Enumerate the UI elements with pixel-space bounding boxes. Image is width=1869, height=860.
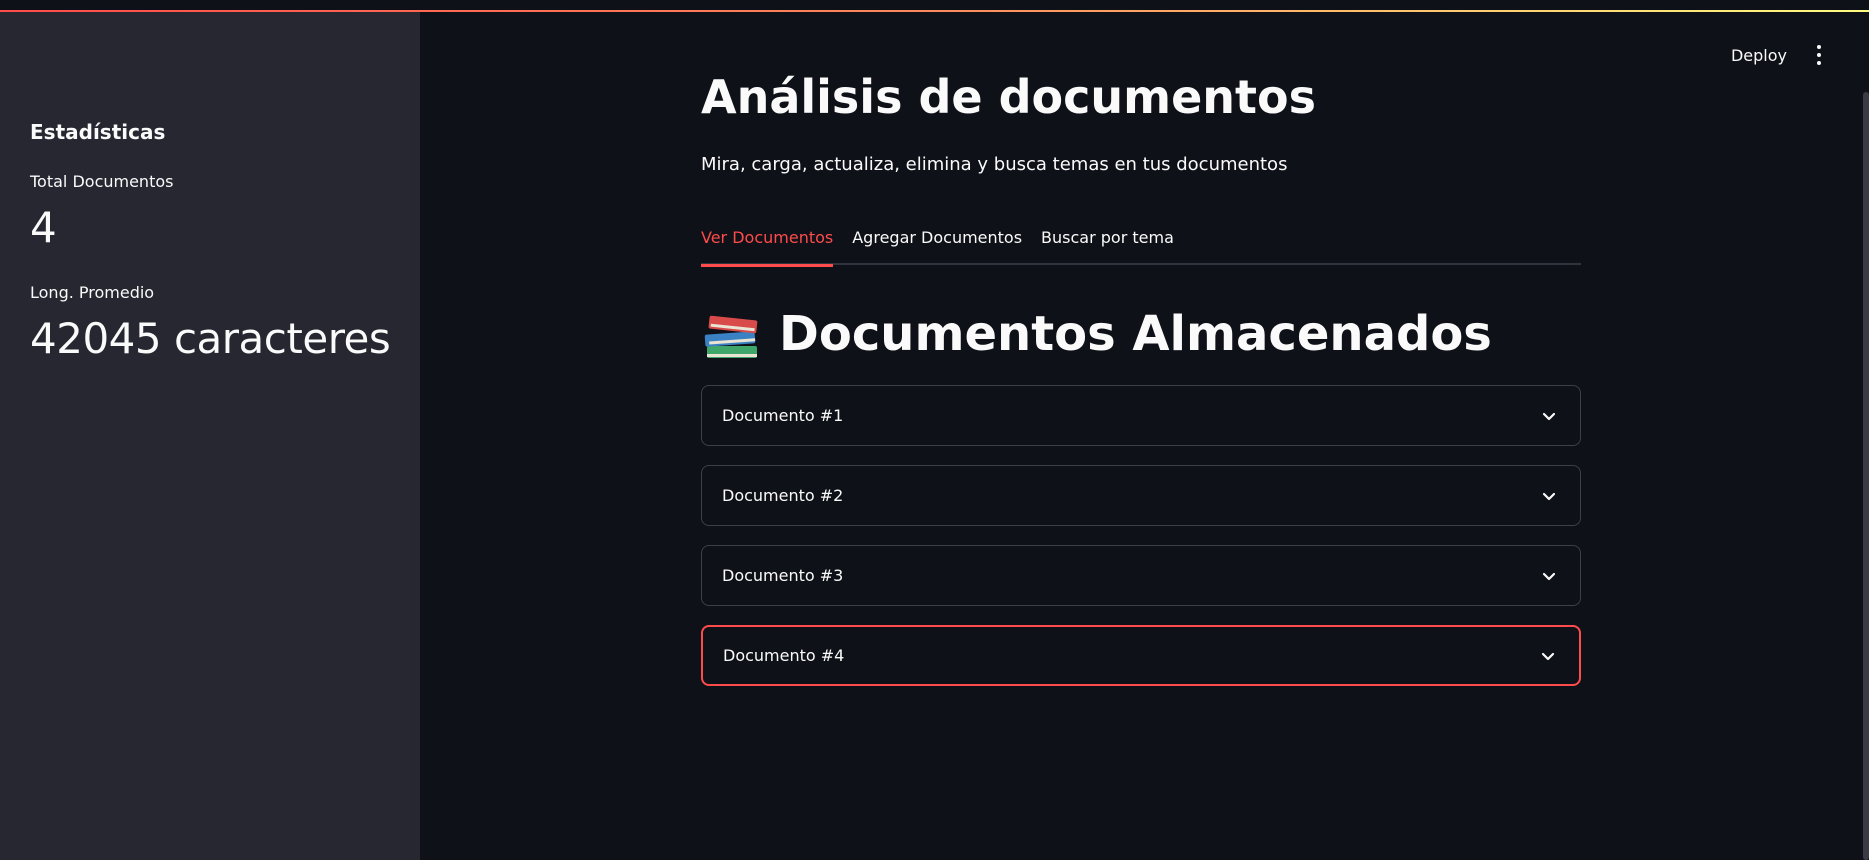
- page-subtitle: Mira, carga, actualiza, elimina y busca …: [701, 154, 1288, 175]
- section-heading: Documentos Almacenados: [701, 302, 1492, 366]
- metric-label-total-documentos: Total Documentos: [30, 172, 174, 191]
- document-list: Documento #1 Documento #2 Documento #3 D…: [701, 385, 1581, 705]
- metric-label-long-promedio: Long. Promedio: [30, 283, 155, 302]
- page-title: Análisis de documentos: [701, 70, 1317, 124]
- main-area: Deploy Análisis de documentos Mira, carg…: [420, 12, 1869, 860]
- document-expander-4[interactable]: Documento #4: [701, 625, 1581, 686]
- chevron-down-icon: [1542, 572, 1556, 580]
- sidebar: Estadísticas Total Documentos 4 Long. Pr…: [0, 12, 420, 860]
- document-label: Documento #1: [722, 406, 844, 425]
- chevron-down-icon: [1541, 652, 1555, 660]
- tab-ver-documentos[interactable]: Ver Documentos: [701, 215, 834, 267]
- scrollbar[interactable]: [1863, 92, 1869, 860]
- header-actions: Deploy: [1731, 42, 1829, 68]
- books-icon: [704, 315, 758, 358]
- metric-value-long-promedio: 42045 caracteres: [30, 314, 391, 363]
- section-title: Documentos Almacenados: [779, 306, 1492, 362]
- metric-value-total-documentos: 4: [30, 203, 57, 252]
- sidebar-title: Estadísticas: [30, 120, 166, 144]
- decoration-line: [0, 10, 1869, 12]
- deploy-button[interactable]: Deploy: [1731, 46, 1787, 65]
- tab-buscar-por-tema[interactable]: Buscar por tema: [1041, 215, 1174, 265]
- document-label: Documento #3: [722, 566, 844, 585]
- document-label: Documento #2: [722, 486, 844, 505]
- document-expander-1[interactable]: Documento #1: [701, 385, 1581, 446]
- chevron-down-icon: [1542, 412, 1556, 420]
- tab-bar: Ver Documentos Agregar Documentos Buscar…: [701, 215, 1581, 267]
- document-label: Documento #4: [723, 646, 845, 665]
- vertical-ellipsis-icon[interactable]: [1809, 42, 1829, 68]
- tab-agregar-documentos[interactable]: Agregar Documentos: [852, 215, 1022, 265]
- document-expander-2[interactable]: Documento #2: [701, 465, 1581, 526]
- chevron-down-icon: [1542, 492, 1556, 500]
- document-expander-3[interactable]: Documento #3: [701, 545, 1581, 606]
